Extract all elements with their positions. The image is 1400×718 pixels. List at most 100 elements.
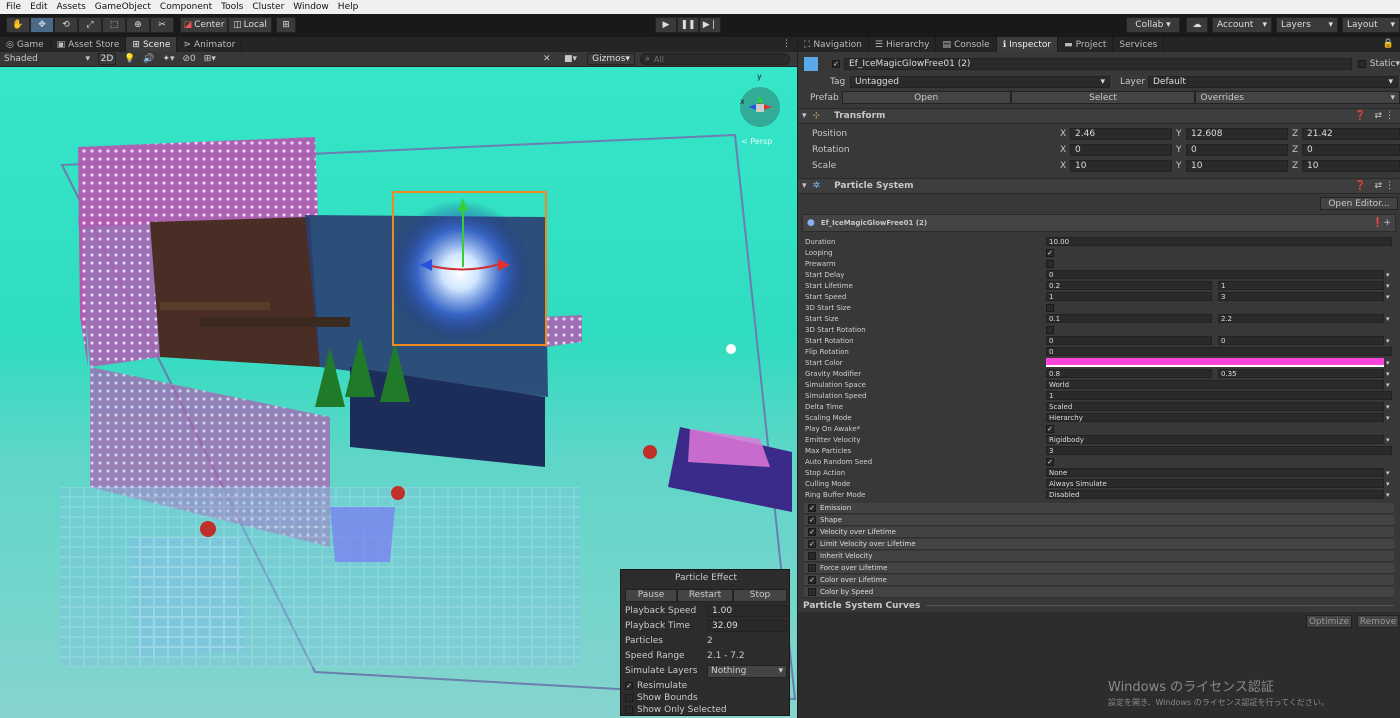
module-inherit-velocity-checkbox[interactable] bbox=[808, 552, 816, 560]
lock-icon[interactable]: 🔒 bbox=[1383, 39, 1394, 49]
scale-x-field[interactable]: 10 bbox=[1070, 160, 1172, 172]
preset-icon[interactable]: ⇄ bbox=[1374, 111, 1382, 121]
orientation-gizmo-icon[interactable] bbox=[740, 87, 780, 127]
mode-2d-toggle[interactable]: 2D bbox=[98, 53, 116, 65]
position-y-field[interactable]: 12.608 bbox=[1186, 128, 1288, 140]
menu-cluster[interactable]: Cluster bbox=[252, 2, 284, 12]
tab-project[interactable]: ▬ Project bbox=[1058, 37, 1114, 52]
module-emission[interactable]: ✓ Emission bbox=[804, 503, 1394, 514]
module-force-checkbox[interactable] bbox=[808, 564, 816, 572]
module-limit-velocity[interactable]: ✓ Limit Velocity over Lifetime bbox=[804, 539, 1394, 550]
module-inherit-velocity[interactable]: Inherit Velocity bbox=[804, 551, 1394, 562]
layout-dropdown[interactable]: Layout ▾ bbox=[1342, 17, 1400, 33]
scale-tool-icon[interactable]: ⤢ bbox=[78, 17, 102, 33]
tab-services[interactable]: Services bbox=[1113, 37, 1165, 52]
optimize-button[interactable]: Optimize bbox=[1306, 615, 1352, 628]
help-icon[interactable]: ❓ bbox=[1355, 181, 1366, 191]
menu-tools[interactable]: Tools bbox=[221, 2, 243, 12]
particle-system-header[interactable]: ▾ ✲ Particle System ❓ ⇄ ⋮ bbox=[798, 178, 1400, 194]
move-tool-icon[interactable]: ✥ bbox=[30, 17, 54, 33]
playback-time-field[interactable]: 32.09 bbox=[707, 620, 787, 632]
scene-search-input[interactable] bbox=[654, 54, 775, 64]
prefab-select-button[interactable]: Select bbox=[1010, 91, 1196, 104]
scale-y-field[interactable]: 10 bbox=[1186, 160, 1288, 172]
tools-icon[interactable]: ✕ bbox=[543, 54, 551, 64]
custom-tool-icon[interactable]: ✂ bbox=[150, 17, 174, 33]
particle-system-name-bar[interactable]: ● Ef_IceMagicGlowFree01 (2) ❗+ bbox=[802, 214, 1396, 232]
rect-tool-icon[interactable]: ⬚ bbox=[102, 17, 126, 33]
preset-icon[interactable]: ⇄ bbox=[1374, 181, 1382, 191]
rotation-x-field[interactable]: 0 bbox=[1070, 144, 1172, 156]
open-editor-button[interactable]: Open Editor... bbox=[1320, 197, 1398, 210]
effects-icon[interactable]: ✦▾ bbox=[162, 54, 174, 64]
tab-navigation[interactable]: ⛶ Navigation bbox=[798, 37, 869, 52]
prefab-open-button[interactable]: Open bbox=[841, 91, 1011, 104]
layer-dropdown[interactable]: Default ▾ bbox=[1148, 75, 1398, 88]
cloud-icon[interactable]: ☁ bbox=[1186, 17, 1208, 33]
scale-z-field[interactable]: 10 bbox=[1302, 160, 1400, 172]
chevron-down-icon[interactable]: ▾ bbox=[1395, 59, 1400, 69]
grid-visibility-icon[interactable]: ⊞▾ bbox=[204, 54, 216, 64]
module-velocity-checkbox[interactable]: ✓ bbox=[808, 528, 816, 536]
tab-hierarchy[interactable]: ☰ Hierarchy bbox=[869, 37, 937, 52]
pivot-local-button[interactable]: ◫ Local bbox=[228, 17, 272, 33]
hidden-objects-icon[interactable]: ⊘0 bbox=[183, 54, 196, 64]
tab-scene[interactable]: ⊞ Scene bbox=[126, 37, 178, 52]
shading-mode-dropdown[interactable]: Shaded ▾ bbox=[4, 54, 94, 64]
pause-button[interactable]: Pause bbox=[625, 588, 677, 602]
hand-tool-icon[interactable]: ✋ bbox=[6, 17, 30, 33]
module-color-over-lifetime[interactable]: ✓ Color over Lifetime bbox=[804, 575, 1394, 586]
menu-window[interactable]: Window bbox=[293, 2, 329, 12]
grid-snap-icon[interactable]: ⊞ bbox=[276, 17, 296, 33]
tag-dropdown[interactable]: Untagged ▾ bbox=[850, 75, 1110, 88]
component-menu-icon[interactable]: ⋮ bbox=[1385, 181, 1394, 191]
tab-console[interactable]: ▤ Console bbox=[936, 37, 997, 52]
collab-button[interactable]: Collab ▾ bbox=[1126, 17, 1180, 33]
account-dropdown[interactable]: Account ▾ bbox=[1212, 17, 1272, 33]
menu-assets[interactable]: Assets bbox=[57, 2, 86, 12]
object-name-field[interactable]: Ef_IceMagicGlowFree01 (2) bbox=[844, 58, 1352, 70]
lighting-icon[interactable]: 💡 bbox=[124, 54, 135, 64]
module-force-over-lifetime[interactable]: Force over Lifetime bbox=[804, 563, 1394, 574]
restart-button[interactable]: Restart bbox=[677, 588, 733, 602]
ps-add-icon[interactable]: ❗+ bbox=[1372, 218, 1391, 228]
curves-header[interactable]: Particle System Curves bbox=[798, 599, 1400, 612]
module-shape-checkbox[interactable]: ✓ bbox=[808, 516, 816, 524]
resimulate-checkbox[interactable]: ✓ bbox=[625, 682, 633, 690]
rotation-y-field[interactable]: 0 bbox=[1186, 144, 1288, 156]
menu-component[interactable]: Component bbox=[160, 2, 212, 12]
camera-icon[interactable]: ■▾ bbox=[564, 54, 577, 64]
remove-button[interactable]: Remove bbox=[1357, 615, 1399, 628]
tab-inspector[interactable]: ℹ Inspector bbox=[996, 37, 1059, 52]
rotate-tool-icon[interactable]: ⟲ bbox=[54, 17, 78, 33]
module-limit-velocity-checkbox[interactable]: ✓ bbox=[808, 540, 816, 548]
tab-animator[interactable]: ⋗ Animator bbox=[177, 37, 243, 52]
layers-dropdown[interactable]: Layers ▾ bbox=[1276, 17, 1338, 33]
menu-help[interactable]: Help bbox=[338, 2, 359, 12]
tab-asset-store[interactable]: ▣ Asset Store bbox=[51, 37, 127, 52]
show-bounds-checkbox[interactable] bbox=[625, 694, 633, 702]
simulate-layers-dropdown[interactable]: Nothing ▾ bbox=[707, 664, 787, 678]
module-color-lifetime-checkbox[interactable]: ✓ bbox=[808, 576, 816, 584]
position-x-field[interactable]: 2.46 bbox=[1070, 128, 1172, 140]
menu-edit[interactable]: Edit bbox=[30, 2, 47, 12]
pivot-center-button[interactable]: ◪ Center bbox=[180, 17, 228, 33]
transform-tool-icon[interactable]: ⊕ bbox=[126, 17, 150, 33]
menu-gameobject[interactable]: GameObject bbox=[95, 2, 151, 12]
gizmos-dropdown[interactable]: Gizmos ▾ bbox=[587, 53, 635, 65]
module-emission-checkbox[interactable]: ✓ bbox=[808, 504, 816, 512]
stop-button[interactable]: Stop bbox=[733, 588, 787, 602]
component-menu-icon[interactable]: ⋮ bbox=[1385, 111, 1394, 121]
help-icon[interactable]: ❓ bbox=[1355, 111, 1366, 121]
show-only-selected-checkbox[interactable] bbox=[625, 706, 633, 714]
rotation-z-field[interactable]: 0 bbox=[1302, 144, 1400, 156]
persp-label[interactable]: < Persp bbox=[741, 137, 772, 146]
transform-header[interactable]: ▾ ⊹ Transform ❓ ⇄ ⋮ bbox=[798, 108, 1400, 124]
play-button-icon[interactable]: ▶ bbox=[655, 17, 677, 33]
module-velocity-over-lifetime[interactable]: ✓ Velocity over Lifetime bbox=[804, 527, 1394, 538]
audio-icon[interactable]: 🔊 bbox=[143, 54, 154, 64]
tab-game[interactable]: ◎ Game bbox=[0, 37, 51, 52]
playback-speed-field[interactable]: 1.00 bbox=[707, 605, 787, 617]
menu-file[interactable]: File bbox=[6, 2, 21, 12]
module-color-by-speed[interactable]: Color by Speed bbox=[804, 587, 1394, 598]
